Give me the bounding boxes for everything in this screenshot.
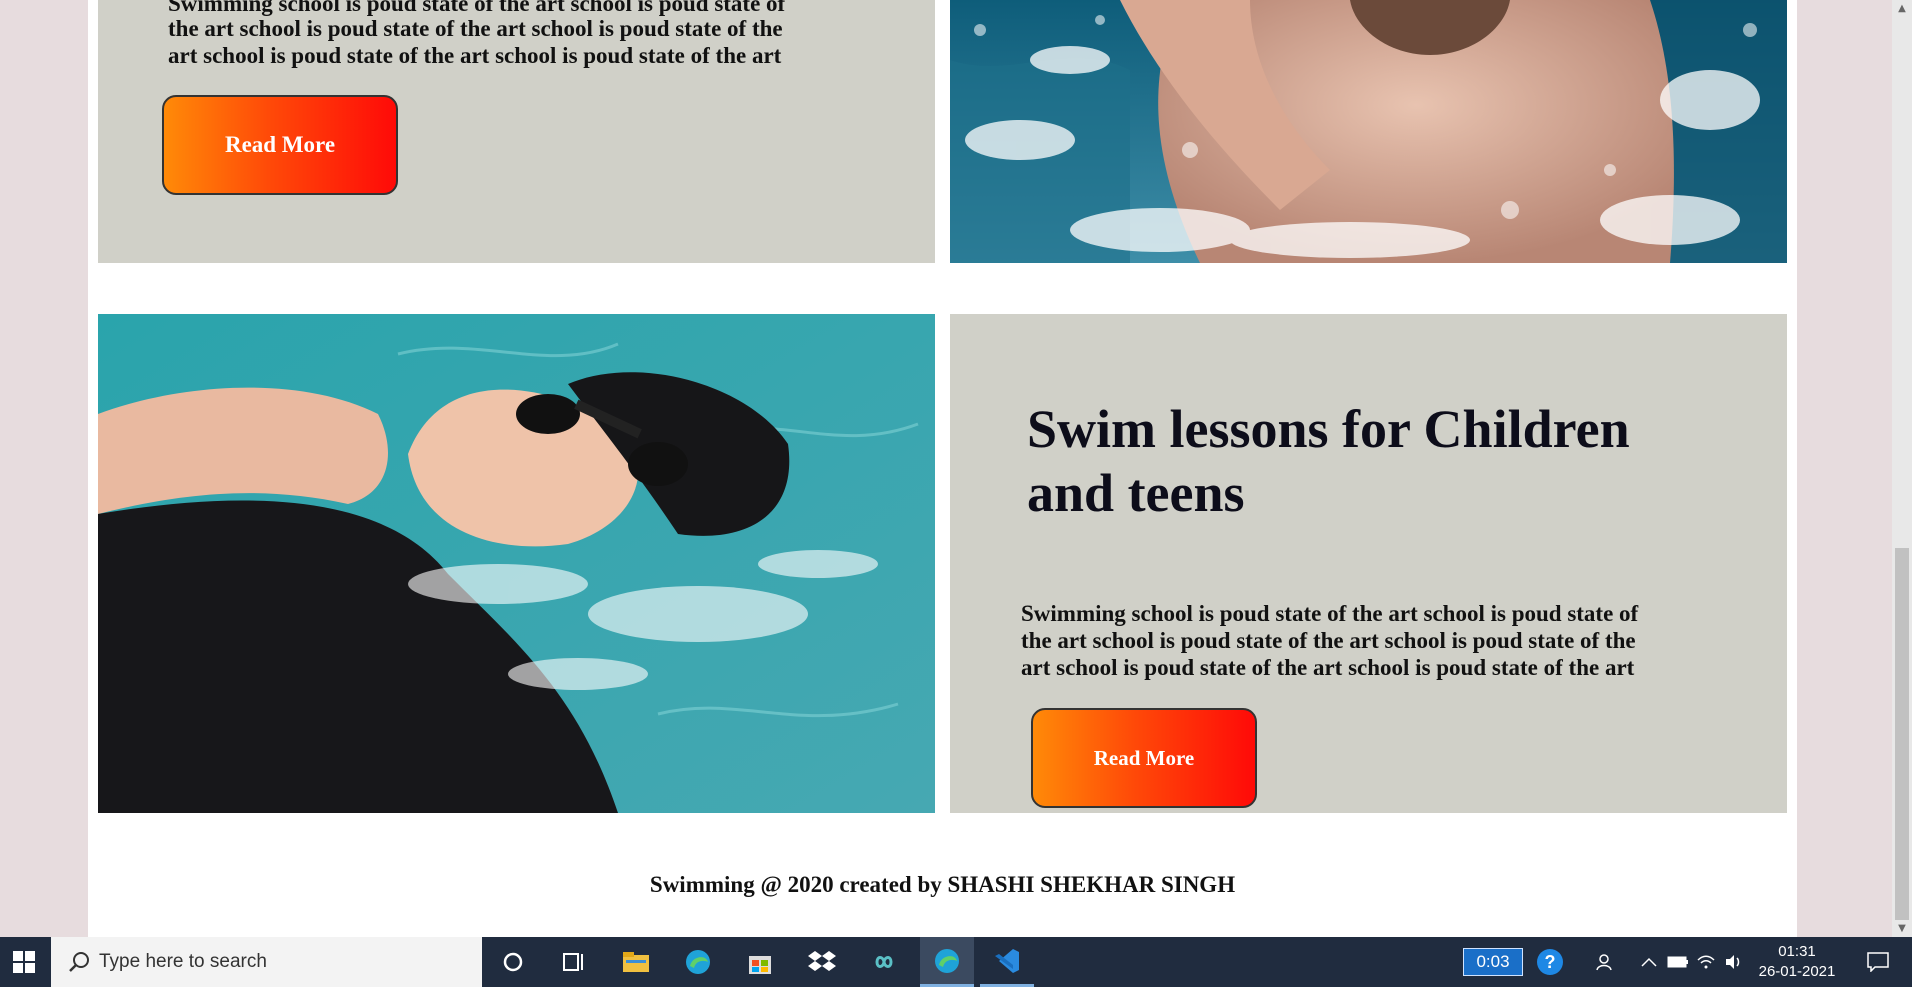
vertical-scrollbar[interactable]: ▲ ▼	[1892, 0, 1912, 937]
timer-text: 0:03	[1463, 948, 1523, 976]
footer-credit: Swimming @ 2020 created by SHASHI SHEKHA…	[649, 872, 1236, 897]
windows-start-icon[interactable]	[0, 937, 48, 987]
infinity-icon[interactable]	[858, 937, 910, 987]
dropbox-icon[interactable]	[796, 937, 848, 987]
swimmer-woman-photo	[98, 314, 935, 813]
swim-lessons-title-line-2: and teens	[1027, 463, 1245, 523]
page-content: Swimming school is poud state of the art…	[88, 0, 1797, 937]
top-read-more-button[interactable]: Read More	[162, 95, 398, 195]
edge-icon[interactable]	[672, 937, 724, 987]
bottom-card-body-line-1: Swimming school is poud state of the art…	[1021, 601, 1639, 626]
bottom-card-body-line-2: the art school is poud state of the art …	[1021, 628, 1636, 653]
bottom-swimmer-image	[98, 314, 935, 813]
clock-time: 01:31	[1778, 943, 1816, 960]
windows-taskbar: Type here to search 0:03 ? 01:31 26-01-2…	[0, 937, 1912, 987]
bottom-card-body-line-3: art school is poud state of the art scho…	[1021, 655, 1635, 680]
taskbar-search-input[interactable]: Type here to search	[51, 937, 482, 987]
scroll-up-arrow-icon[interactable]: ▲	[1892, 0, 1912, 17]
top-card-body-line-2: the art school is poud state of the art …	[168, 16, 783, 41]
search-placeholder: Type here to search	[99, 951, 267, 972]
swimmer-man-photo	[950, 0, 1787, 263]
bottom-text-card: Swim lessons for Children and teens Swim…	[950, 314, 1787, 813]
top-text-card: Swimming school is poud state of the art…	[98, 0, 935, 263]
scrollbar-thumb[interactable]	[1895, 548, 1909, 920]
bottom-read-more-button[interactable]: Read More	[1031, 708, 1257, 808]
top-swimmer-image	[950, 0, 1787, 263]
file-explorer-icon[interactable]	[610, 937, 662, 987]
search-icon	[68, 951, 90, 979]
edge-active-icon[interactable]	[920, 937, 974, 987]
clock-date: 26-01-2021	[1758, 963, 1836, 980]
notification-icon[interactable]	[1858, 937, 1898, 987]
swim-lessons-title-line-1: Swim lessons for Children	[1027, 399, 1630, 459]
people-icon[interactable]	[1590, 937, 1622, 987]
scroll-down-arrow-icon[interactable]: ▼	[1892, 920, 1912, 937]
top-card-body-line-3: art school is poud state of the art scho…	[168, 43, 782, 68]
chevron-up-icon[interactable]	[1636, 937, 1662, 987]
task-view-icon[interactable]	[549, 937, 599, 987]
help-icon[interactable]: ?	[1532, 937, 1568, 987]
store-icon[interactable]	[734, 937, 786, 987]
timer-badge[interactable]: 0:03	[1460, 937, 1526, 987]
battery-icon[interactable]	[1664, 937, 1692, 987]
vscode-icon[interactable]	[980, 937, 1034, 987]
clock[interactable]: 01:31 26-01-2021	[1752, 937, 1842, 987]
wifi-icon[interactable]	[1692, 937, 1720, 987]
cortana-icon[interactable]	[488, 937, 538, 987]
volume-icon[interactable]	[1720, 937, 1748, 987]
svg-text:?: ?	[1545, 952, 1556, 972]
